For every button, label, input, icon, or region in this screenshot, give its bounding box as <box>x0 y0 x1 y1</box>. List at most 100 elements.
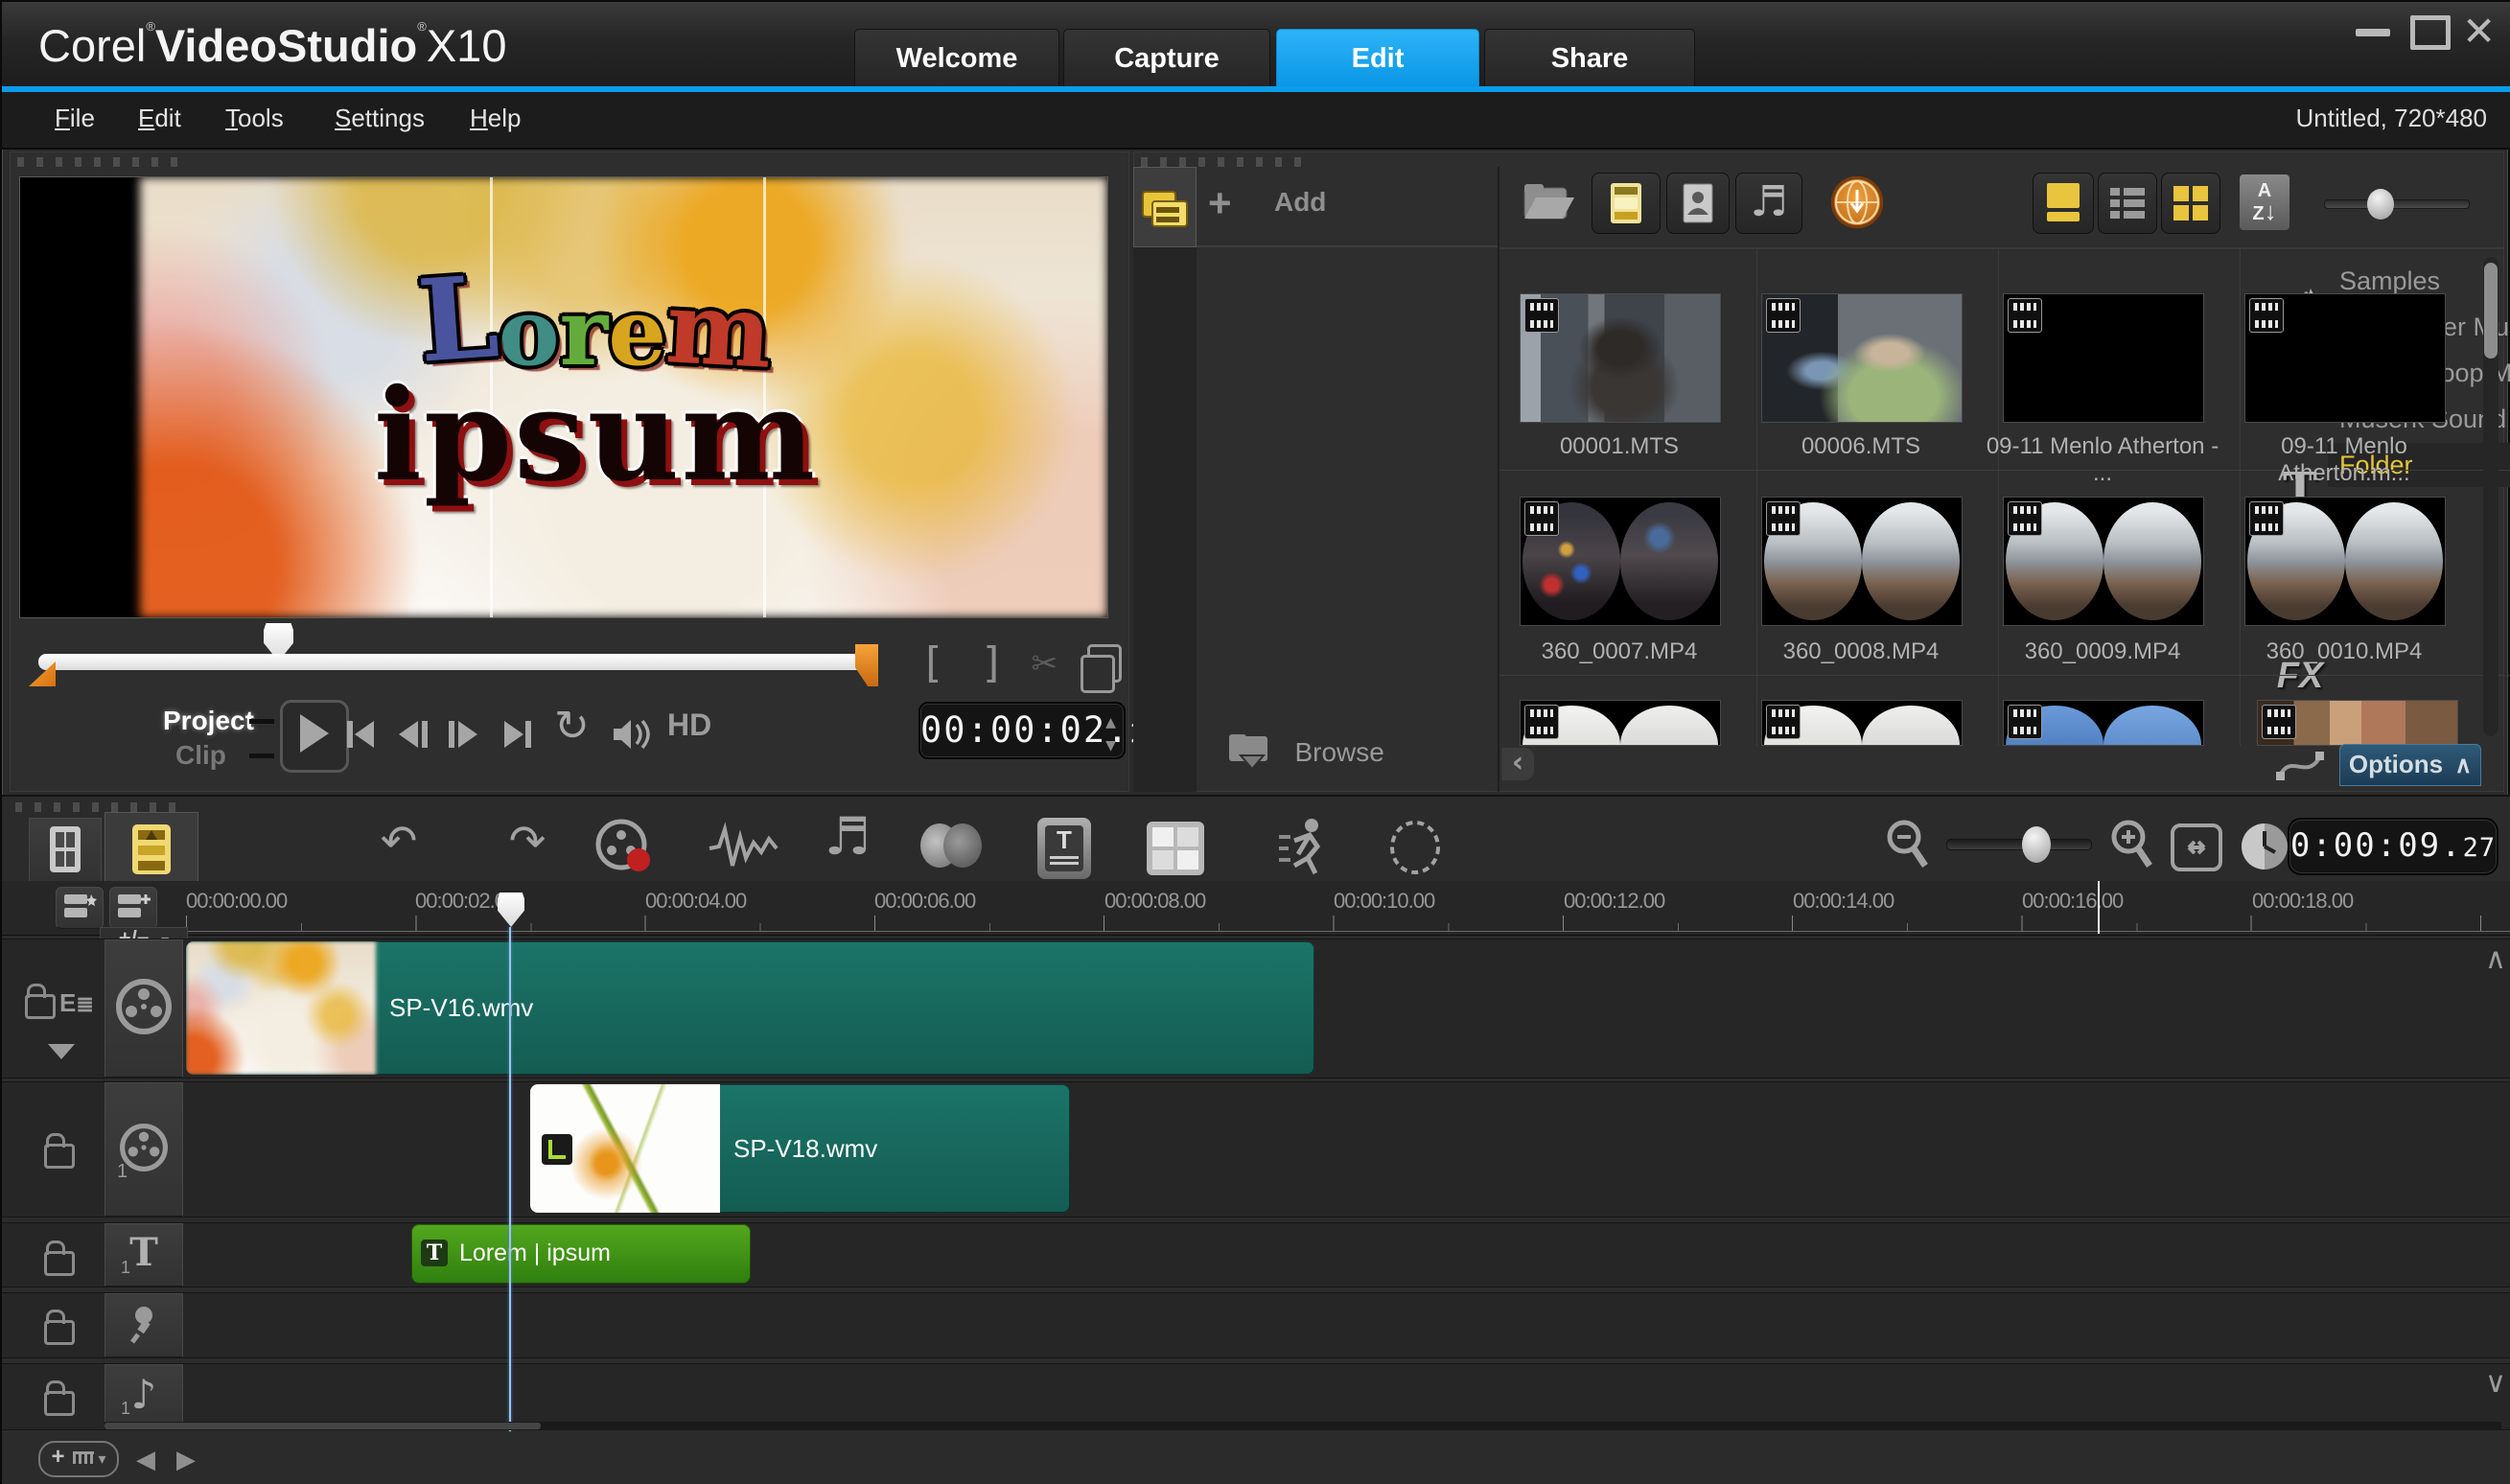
project-mode-label[interactable]: Project <box>163 706 254 736</box>
volume-button[interactable] <box>610 715 654 754</box>
timeline-scroll-left-button[interactable]: ◀ <box>136 1445 155 1474</box>
sound-mixer-button[interactable] <box>708 820 779 875</box>
tab-capture[interactable]: Capture <box>1063 29 1270 87</box>
video-track-ripple-icon[interactable]: E≣ <box>59 988 94 1018</box>
timeline-panel-grip[interactable] <box>15 802 188 812</box>
tab-welcome[interactable]: Welcome <box>854 29 1059 87</box>
time-ruler-button[interactable] <box>2240 820 2291 873</box>
voice-track-row[interactable] <box>2 1292 2510 1358</box>
fit-project-button[interactable] <box>2171 823 2222 871</box>
import-folder-button[interactable] <box>1521 178 1574 226</box>
redo-button[interactable]: ↷ <box>489 810 566 871</box>
go-to-start-button[interactable] <box>341 715 380 754</box>
mask-creator-button[interactable] <box>1386 820 1444 875</box>
zoom-in-button[interactable] <box>2107 818 2157 873</box>
preview-panel-grip[interactable] <box>17 157 190 167</box>
video-track-header[interactable] <box>105 939 183 1078</box>
mark-out-button[interactable]: ] <box>980 638 1006 687</box>
library-nav-media-active[interactable] <box>1133 167 1197 247</box>
trim-end-marker[interactable] <box>855 644 878 686</box>
crossfade-button[interactable] <box>920 823 982 868</box>
repeat-button[interactable]: ↻ <box>554 702 590 751</box>
library-scroll-left-button[interactable]: ‹ <box>1501 748 1534 780</box>
previous-frame-button[interactable] <box>393 715 433 754</box>
hd-preview-toggle[interactable]: HD <box>667 707 711 743</box>
motion-tracking-button[interactable] <box>1275 816 1335 879</box>
split-screen-template-button[interactable] <box>1145 820 1206 877</box>
subtitle-editor-button[interactable]: T <box>1037 818 1091 879</box>
add-folder-button[interactable]: + Add <box>1208 180 1326 226</box>
overlay-track-header[interactable]: 1 <box>105 1082 183 1217</box>
sort-button[interactable]: A Z↓ <box>2240 174 2289 230</box>
timeline-zoom-slider-thumb[interactable] <box>2022 826 2051 863</box>
voice-track-header[interactable] <box>105 1293 183 1357</box>
timeline-playhead-line[interactable] <box>509 927 511 1431</box>
show-all-tracks-button[interactable] <box>56 887 104 929</box>
preview-scrubber[interactable] <box>38 654 866 670</box>
filter-photo-button[interactable] <box>1666 173 1730 234</box>
media-thumb-360-0009[interactable] <box>2003 497 2204 626</box>
media-thumb-360-0007[interactable] <box>1520 497 1721 626</box>
tab-edit[interactable]: Edit <box>1276 29 1479 89</box>
menu-edit[interactable]: Edit <box>138 104 181 133</box>
media-thumb-360-0008[interactable] <box>1761 497 1963 626</box>
library-scrollbar[interactable] <box>2483 257 2498 736</box>
video-track-expand-icon[interactable] <box>48 1044 75 1059</box>
timeline-view-button[interactable] <box>105 812 198 887</box>
enlarge-preview-icon[interactable] <box>1087 644 1122 683</box>
overlay-track-row[interactable] <box>2 1081 2510 1217</box>
view-list-button[interactable] <box>2098 173 2157 234</box>
browse-button[interactable]: Browse <box>1227 732 1384 771</box>
close-button[interactable]: ✕ <box>2462 8 2496 55</box>
menu-help[interactable]: Help <box>470 104 521 133</box>
media-thumb-partial[interactable] <box>2003 700 2204 746</box>
media-thumb-menlo-2[interactable] <box>2244 293 2446 423</box>
tab-share[interactable]: Share <box>1484 29 1695 87</box>
undo-button[interactable]: ↶ <box>360 810 437 871</box>
title-track-row[interactable] <box>2 1222 2510 1287</box>
mark-in-button[interactable]: [ <box>919 638 945 687</box>
filter-video-button[interactable] <box>1592 173 1661 234</box>
menu-tools[interactable]: Tools <box>225 104 284 133</box>
record-capture-button[interactable] <box>593 818 660 877</box>
options-button[interactable]: Options ∧ <box>2339 744 2481 786</box>
maximize-button[interactable] <box>2410 15 2451 50</box>
timeline-scroll-down-button[interactable]: ∨ <box>2485 1366 2506 1400</box>
music-track-lock-icon[interactable] <box>44 1391 75 1416</box>
media-thumb-menlo-1[interactable] <box>2003 293 2204 423</box>
media-thumb-00001[interactable] <box>1520 293 1721 423</box>
music-track-row[interactable] <box>2 1363 2510 1430</box>
media-thumb-partial[interactable] <box>1520 700 1721 746</box>
timeline-scroll-right-button[interactable]: ▶ <box>176 1445 196 1474</box>
overlay-clip-sp-v18[interactable]: SP-V18.wmv <box>530 1084 1070 1213</box>
media-thumb-00006[interactable] <box>1761 293 1963 423</box>
thumbnail-size-slider[interactable] <box>2324 199 2470 209</box>
view-grid-button[interactable] <box>2161 173 2220 234</box>
timecode-down-arrow[interactable]: ▼ <box>1105 719 1116 773</box>
media-thumb-partial[interactable] <box>1761 700 1963 746</box>
voice-track-lock-icon[interactable] <box>44 1320 75 1345</box>
preview-timecode[interactable]: 00:00:02.25 ▲ ▼ <box>918 702 1126 759</box>
media-thumb-360-0010[interactable] <box>2244 497 2446 626</box>
go-to-end-button[interactable] <box>499 715 537 754</box>
zoom-out-button[interactable] <box>1883 818 1933 873</box>
next-frame-button[interactable] <box>443 715 483 754</box>
music-track-header[interactable]: 1 ♪ <box>105 1364 183 1429</box>
timeline-zoom-slider[interactable] <box>1946 839 2092 850</box>
media-thumb-partial[interactable] <box>2257 700 2458 746</box>
library-scrollbar-thumb[interactable] <box>2484 263 2498 359</box>
timeline-hscrollbar-thumb[interactable] <box>105 1423 541 1429</box>
thumbnail-size-slider-thumb[interactable] <box>2367 189 2394 220</box>
clip-mode-label[interactable]: Clip <box>175 740 226 771</box>
video-track-lock-icon[interactable] <box>25 994 56 1019</box>
play-button[interactable] <box>280 700 349 773</box>
timeline-ruler[interactable]: 00:00:00.00 00:00:02.00 00:00:04.00 00:0… <box>2 881 2510 936</box>
video-clip-sp-v16[interactable]: SP-V16.wmv <box>186 941 1314 1075</box>
menu-file[interactable]: File <box>55 104 95 133</box>
view-thumbnail-button[interactable] <box>2033 173 2094 234</box>
menu-settings[interactable]: Settings <box>335 104 425 133</box>
minimize-button[interactable] <box>2356 29 2390 36</box>
add-chapter-cue-button[interactable]: + ▾ <box>38 1441 119 1477</box>
overlay-track-lock-icon[interactable] <box>44 1144 75 1169</box>
auto-music-button[interactable]: ♬ <box>807 806 888 868</box>
